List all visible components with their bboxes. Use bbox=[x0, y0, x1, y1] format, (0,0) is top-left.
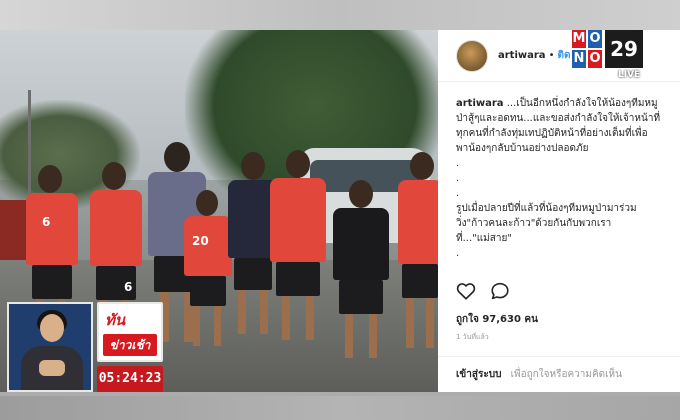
logo-letter: M bbox=[572, 30, 586, 48]
caption-username[interactable]: artiwara bbox=[456, 98, 504, 109]
post-sidebar: artiwara • ติด artiwara ...เป็นอีกหนึ่งก… bbox=[438, 30, 680, 392]
post-actions bbox=[456, 282, 510, 304]
logo-letter: N bbox=[572, 50, 586, 68]
logo-letter: O bbox=[588, 30, 602, 48]
jersey-number: 6 bbox=[42, 215, 51, 229]
caption-dot: . bbox=[456, 158, 460, 169]
caption-dot: . bbox=[456, 173, 460, 184]
post-caption: artiwara ...เป็นอีกหนึ่งกำลังใจให้น้องๆท… bbox=[438, 82, 680, 261]
caption-line: รูปเมื่อปลายปีที่แล้วที่น้องๆทีมหมูป่ามา… bbox=[456, 203, 637, 214]
logo-letter: O bbox=[588, 50, 602, 68]
caption-line: ...เป็นอีกหนึ่งกำลังใจให้น้องๆทีมหมู bbox=[506, 98, 658, 109]
sign-language-inset bbox=[7, 302, 93, 392]
like-count[interactable]: ถูกใจ 97,630 คน bbox=[456, 312, 538, 327]
caption-line: วิ่ง"ก้าวคนละก้าว"ด้วยกันกับพวกเรา bbox=[456, 218, 612, 229]
channel-logo: M O N O 29 LIVE bbox=[572, 30, 658, 80]
live-label: LIVE bbox=[618, 70, 641, 80]
login-bar: เข้าสู่ระบบ เพื่อถูกใจหรือความคิดเห็น bbox=[438, 356, 680, 392]
login-prompt: เพื่อถูกใจหรือความคิดเห็น bbox=[510, 369, 622, 380]
kid-7 bbox=[398, 152, 438, 392]
caption-dot: . bbox=[456, 188, 460, 199]
program-title-bottom: ข่าวเช้า bbox=[103, 334, 157, 356]
login-link[interactable]: เข้าสู่ระบบ bbox=[456, 369, 501, 380]
jersey-number: 6 bbox=[124, 280, 133, 294]
caption-line: ที่..."แม่สาย" bbox=[456, 233, 512, 244]
caption-line: ทุกคนที่กำลังทุ่มเทปฏิบัติหน้าที่อย่างเต… bbox=[456, 128, 648, 139]
heart-icon[interactable] bbox=[456, 282, 476, 304]
kid-5 bbox=[266, 150, 330, 380]
avatar[interactable] bbox=[456, 39, 488, 72]
follow-button[interactable]: ติด bbox=[557, 48, 570, 63]
program-title-top: ทัน bbox=[105, 311, 126, 329]
kid-6 bbox=[330, 180, 392, 390]
jersey-number: 20 bbox=[192, 234, 209, 248]
logo-number: 29 bbox=[605, 30, 643, 68]
caption-line: ป่าสู้ๆและอดทน...และขอส่งกำลังใจให้เจ้าห… bbox=[456, 113, 661, 124]
separator-dot: • bbox=[548, 50, 555, 61]
username[interactable]: artiwara bbox=[498, 50, 546, 61]
caption-dot: . bbox=[456, 248, 460, 259]
caption-line: พาน้องๆกลับบ้านอย่างปลอดภัย bbox=[456, 143, 589, 154]
comment-icon[interactable] bbox=[490, 282, 510, 304]
broadcast-background-bottom bbox=[0, 396, 680, 420]
post-time: 1 วันที่แล้ว bbox=[456, 333, 489, 341]
program-badge: ทัน ข่าวเช้า bbox=[97, 302, 163, 362]
broadcast-clock: 05:24:23 bbox=[97, 366, 163, 392]
broadcast-background-top bbox=[0, 0, 680, 30]
